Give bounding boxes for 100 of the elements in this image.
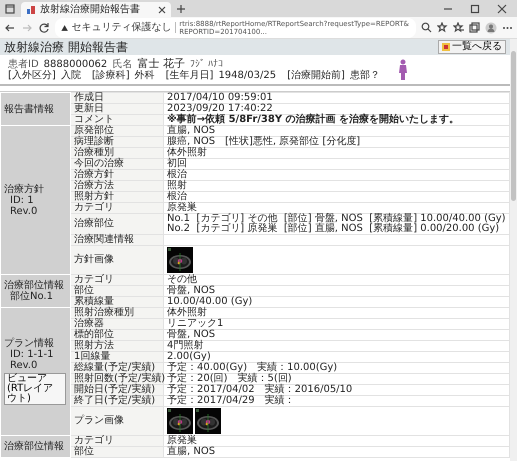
field-value: 患部？ (350, 70, 380, 81)
person-icon (398, 58, 408, 80)
tab-actions-icon[interactable] (4, 2, 16, 14)
viewer-button[interactable]: ビューア(RTレイアウト) (4, 373, 66, 405)
row-label: 治療関連情報 (70, 234, 164, 246)
page-title: 放射線治療 開始報告書 (4, 40, 128, 54)
avatar-icon[interactable] (485, 22, 497, 34)
row-label: 病理診断 (70, 136, 164, 148)
row-label: 照射治療種別 (70, 308, 164, 318)
row-label: 累積線量 (70, 296, 164, 308)
new-tab-icon[interactable] (176, 4, 186, 14)
back-icon[interactable] (4, 22, 16, 34)
field-label: [入外区分] (8, 70, 56, 81)
row-value: 根治 (164, 192, 510, 202)
patient-kana: ﾌｼﾞ ﾊﾅｺ (190, 59, 223, 70)
row-label: 開始日(予定/実績) (70, 384, 164, 396)
site-number: No.1 (167, 214, 190, 224)
row-value: 2017/04/10 09:59:01 (164, 92, 510, 104)
section-label: Rev.0 (9, 360, 38, 371)
favorites-icon[interactable] (453, 22, 464, 33)
field-label: [治療開始前] (287, 70, 345, 81)
row-label: 照射方法 (70, 340, 164, 352)
zoom-icon[interactable] (421, 22, 432, 33)
site-dose: [累積線量] 0.00/20.00 (Gy) (369, 224, 500, 234)
row-label: 今回の治療 (70, 158, 164, 170)
row-value: 2.00(Gy) (164, 352, 510, 362)
scrollbar-thumb[interactable] (511, 51, 516, 201)
section-label: 部位No.1 (9, 291, 54, 302)
site-category: [カテゴリ] その他 (196, 214, 278, 224)
row-value: 根治 (164, 170, 510, 180)
row-label: カテゴリ (70, 436, 164, 446)
collections-icon[interactable] (469, 22, 480, 33)
security-label: セキュリティ保護なし (71, 22, 176, 33)
close-icon[interactable] (497, 4, 507, 14)
maximize-icon[interactable] (470, 4, 480, 14)
row-value: 直腸, NOS (164, 446, 510, 458)
row-value: 直腸, NOS (164, 126, 510, 136)
row-value: 予定：20(回) 実績：5(回) (164, 374, 510, 384)
close-icon[interactable] (158, 6, 166, 14)
row-value: リニアック1 (164, 318, 510, 330)
row-label: 方針画像 (70, 246, 164, 274)
row-label: 治療器 (70, 318, 164, 330)
section-label: 治療部位情報 (4, 441, 65, 452)
row-label: 総線量(予定/実績) (70, 362, 164, 374)
row-value: 原発巣 (164, 436, 510, 446)
warning-icon (61, 22, 68, 32)
field-label: [診療科] (92, 70, 130, 81)
row-value: 予定：40.00(Gy) 実績：10.00(Gy) (164, 362, 510, 374)
row-label: 照射回数(予定/実績) (70, 374, 164, 384)
row-label: カテゴリ (70, 274, 164, 286)
row-label: 治療種別 (70, 148, 164, 158)
row-label: プラン画像 (70, 406, 164, 436)
row-label: 照射方針 (70, 192, 164, 202)
row-label: 治療方法 (70, 180, 164, 192)
row-value: 骨盤, NOS (164, 330, 510, 340)
list-button[interactable]: 一覧へ戻る (438, 40, 506, 54)
row-label: 更新日 (70, 104, 164, 114)
refresh-icon[interactable] (38, 22, 50, 34)
row-value: 10.00/40.00 (Gy) (164, 296, 510, 308)
section-label: 報告書情報 (4, 104, 55, 114)
site-location: [部位] 直腸, NOS (284, 224, 364, 234)
site-category: [カテゴリ] 原発巣 (196, 224, 278, 234)
row-label: 終了日(予定/実績) (70, 396, 164, 406)
row-value: 初回 (164, 158, 510, 170)
forward-icon (21, 22, 33, 34)
list-icon (442, 43, 450, 51)
row-label: 治療方針 (70, 170, 164, 180)
row-value: 予定：2017/04/02 実績：2016/05/10 (164, 384, 510, 396)
site-number: No.2 (167, 224, 190, 234)
scrollbar[interactable] (510, 39, 517, 461)
section-label: ID: 1 (9, 194, 35, 206)
site-location: [部位] 骨盤, NOS (284, 214, 364, 224)
row-value: 体外照射 (164, 148, 510, 158)
field-label: 患者ID (8, 59, 39, 70)
row-label: 治療部位 (70, 214, 164, 234)
patient-name: 富士 花子 (137, 58, 185, 69)
row-value: 原発巣 (164, 202, 510, 214)
row-value: 予定：2017/04/29 実績： (164, 396, 510, 406)
row-value: 骨盤, NOS (164, 286, 510, 296)
browser-tab[interactable]: 放射線治療開始報告書 (21, 2, 171, 17)
row-value: 腺癌, NOS [性状]悪性, 原発部位 [分化度] (164, 136, 510, 148)
field-label: [生年月日] (166, 70, 214, 81)
row-label: 1回線量 (70, 352, 164, 362)
row-value: 4門照射 (164, 340, 510, 352)
field-label: 氏名 (112, 59, 132, 70)
row-value: その他 (164, 274, 510, 286)
patient-id: 8888000062 (44, 59, 108, 70)
section-label: ID: 1-1-1 (9, 349, 55, 360)
row-label: 作成日 (70, 92, 164, 104)
row-value: 2023/09/20 17:40:22 (164, 104, 510, 114)
section-label: 治療部位情報 (4, 280, 65, 291)
row-label: コメント (70, 114, 164, 126)
site-dose: [累積線量] 10.00/40.00 (Gy) (369, 214, 506, 224)
section-label: 治療方針 (4, 184, 45, 194)
field-value: 入院 (60, 70, 81, 81)
tab-title: 放射線治療開始報告書 (40, 4, 141, 15)
row-label: 原発部位 (70, 126, 164, 136)
comment-text: ※事前→依頼 5/8Fr/38Y の治療計画 を治療を開始いたします。 (164, 114, 510, 126)
page-icon (26, 4, 36, 14)
row-label: 標的部位 (70, 330, 164, 340)
